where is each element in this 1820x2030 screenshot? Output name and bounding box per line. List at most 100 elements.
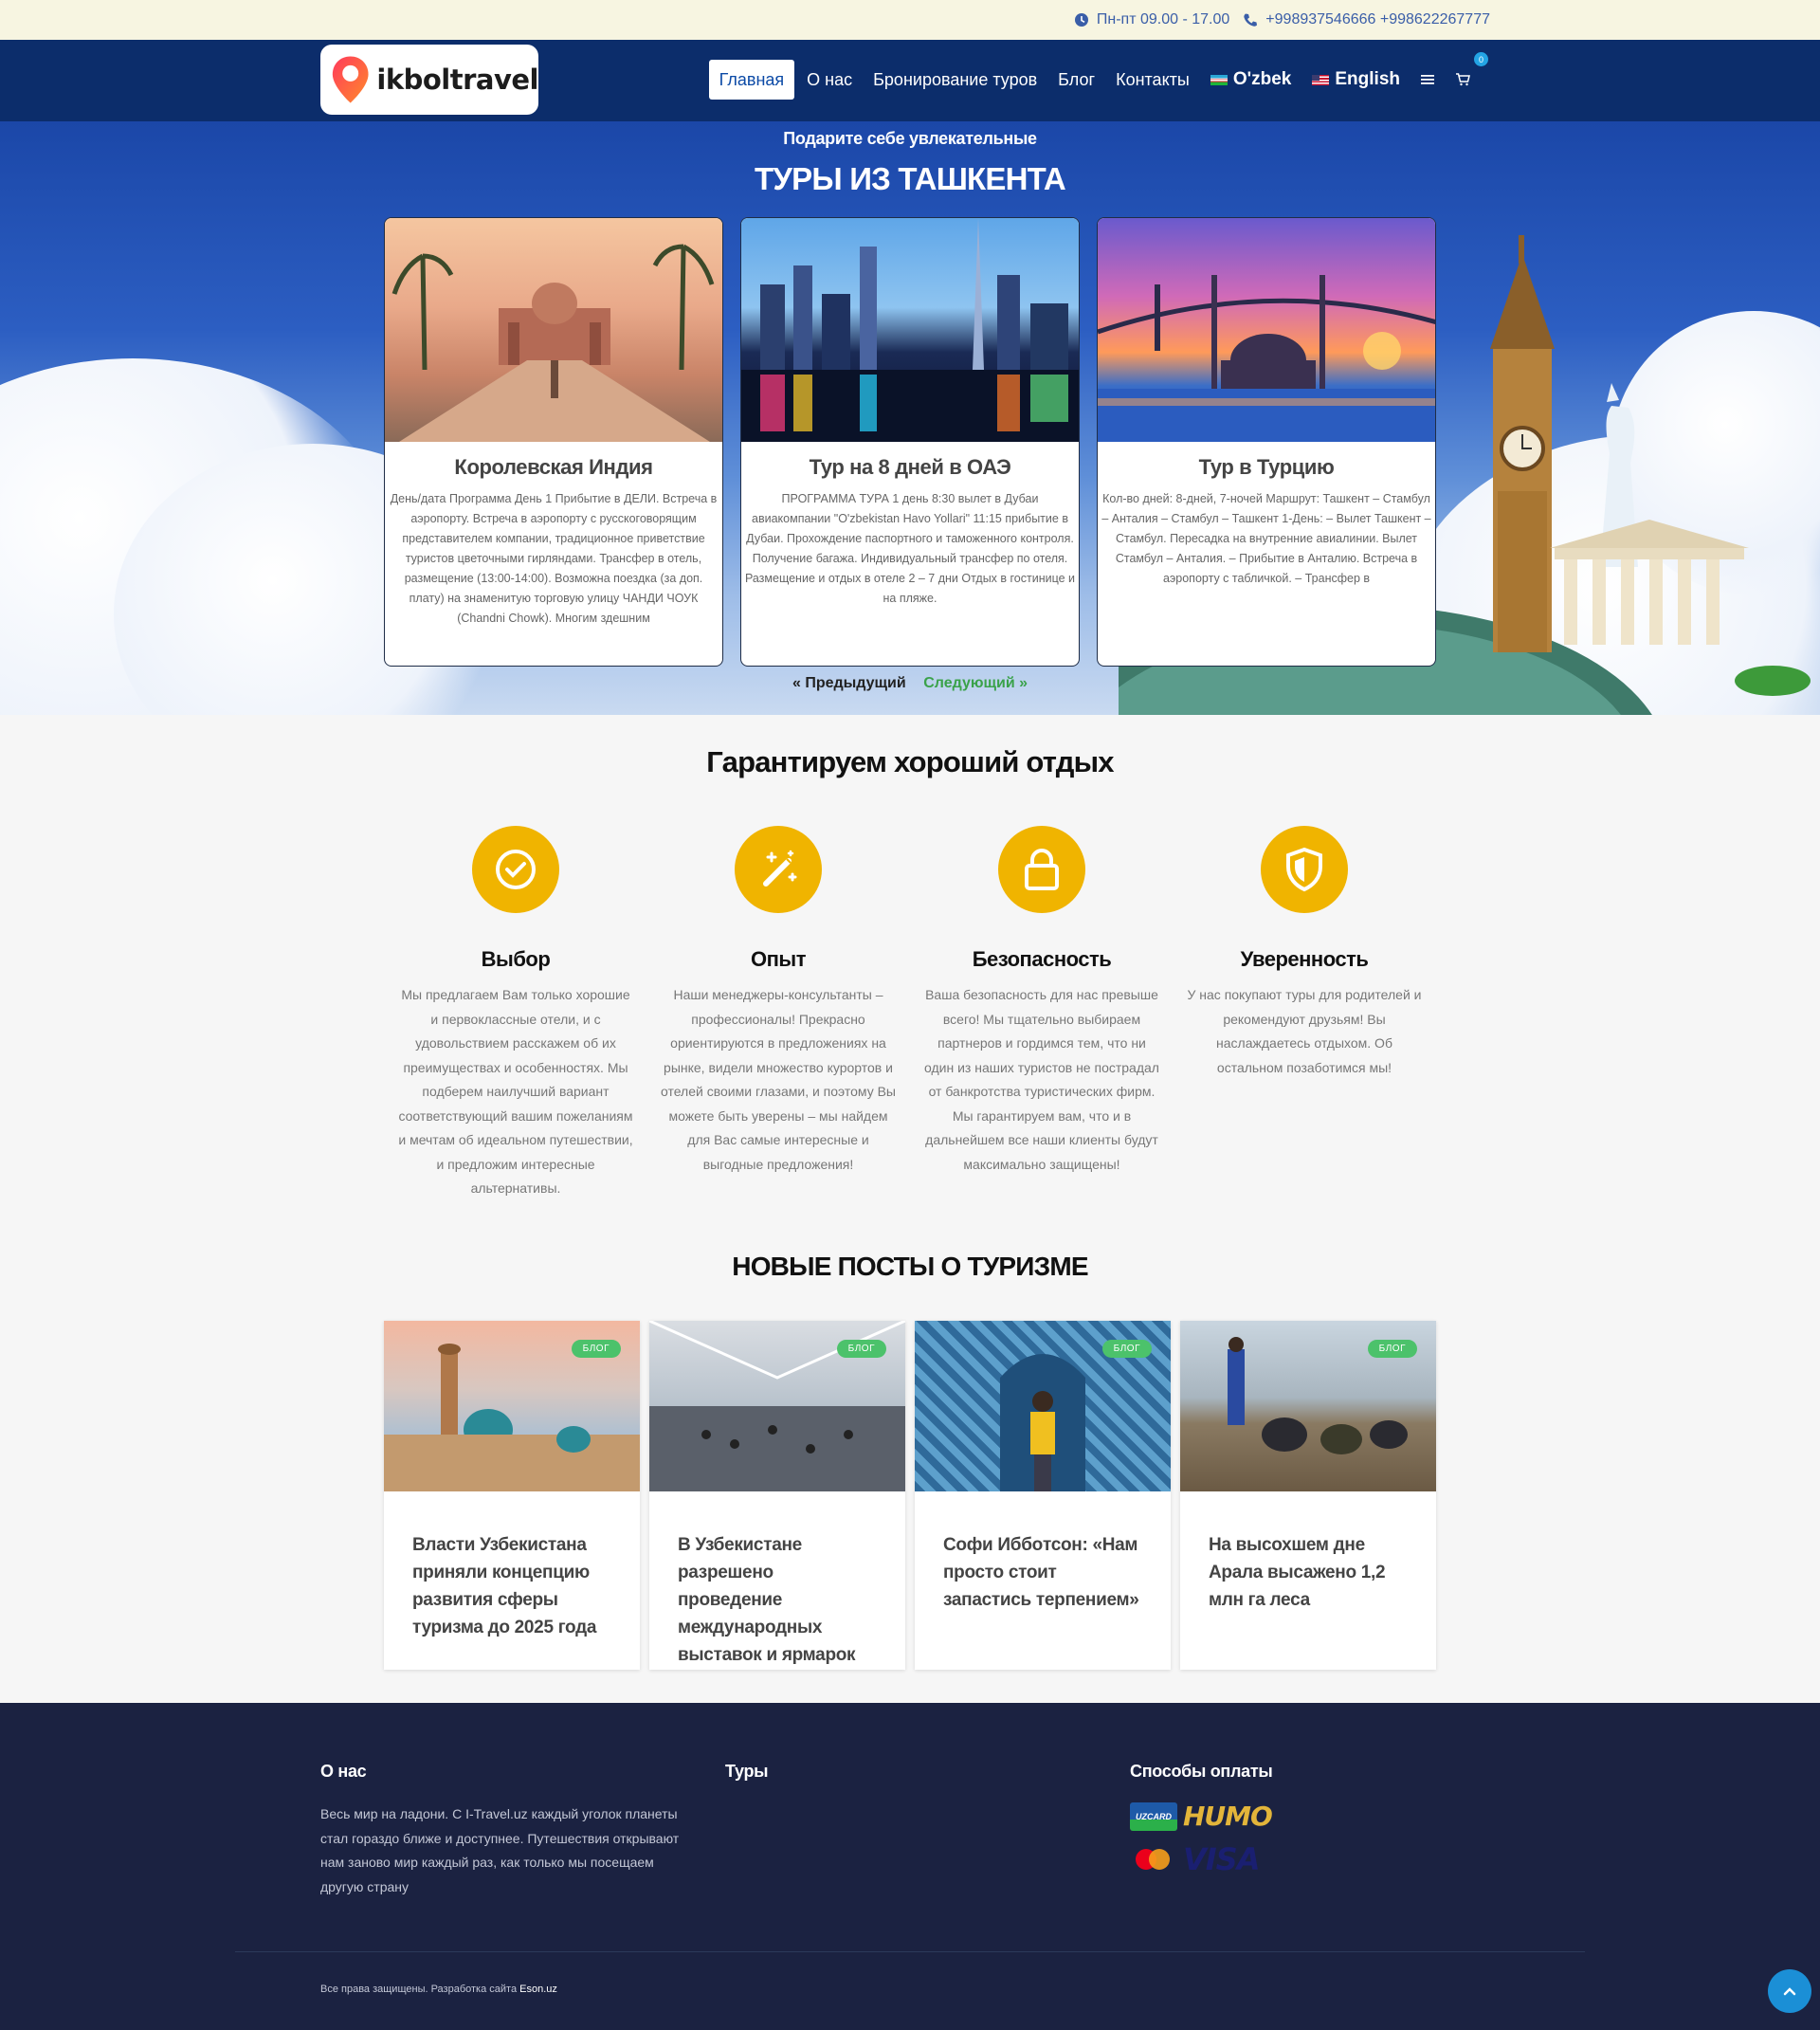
prev-button[interactable]: « Предыдущий — [792, 675, 906, 691]
footer-tours-title: Туры — [725, 1762, 769, 1781]
shield-icon — [1286, 847, 1322, 892]
tour-description: День/дата Программа День 1 Прибытие в ДЕ… — [390, 492, 718, 625]
feature-experience: Опыт Наши менеджеры-консультанты – профе… — [660, 826, 897, 1177]
post-image[interactable]: БЛОГ — [915, 1321, 1171, 1491]
features-title: Гарантируем хороший отдых — [706, 745, 1114, 778]
cart-count-badge: 0 — [1474, 52, 1488, 66]
nav-item-booking[interactable]: Бронирование туров — [863, 60, 1047, 100]
lang-english-label: English — [1335, 69, 1400, 89]
footer-payments: Способы оплаты UZCARD HUMO VISA — [1130, 1762, 1287, 1877]
feature-name: Уверенность — [1240, 947, 1369, 971]
footer-about: О нас Весь мир на ладони. С I-Travel.uz … — [320, 1762, 681, 1899]
site-logo[interactable]: ikboltravel — [320, 45, 538, 115]
nav-menu: Главная О нас Бронирование туров Блог Ко… — [708, 52, 1488, 101]
uzcard-logo-text: UZCARD — [1136, 1811, 1172, 1821]
post-badge[interactable]: БЛОГ — [1101, 1340, 1152, 1358]
feature-security: Безопасность Ваша безопасность для нас п… — [923, 826, 1160, 1177]
feature-name: Безопасность — [972, 947, 1112, 971]
feature-name: Выбор — [481, 947, 551, 971]
us-flag-icon — [1312, 74, 1330, 85]
post-title[interactable]: В Узбекистане разрешено проведение между… — [649, 1491, 905, 1669]
posts-title: НОВЫЕ ПОСТЫ О ТУРИЗМЕ — [732, 1252, 1088, 1281]
visa-logo-text: VISA — [1183, 1841, 1260, 1877]
scroll-to-top-button[interactable] — [1768, 1969, 1811, 2013]
post-card[interactable]: БЛОГ В Узбекистане разрешено проведение … — [649, 1321, 905, 1670]
post-card[interactable]: БЛОГ Власти Узбекистана приняли концепци… — [384, 1321, 640, 1670]
phone-numbers[interactable]: +998937546666 +998622267777 — [1243, 11, 1490, 28]
nav-item-blog[interactable]: Блог — [1047, 60, 1105, 100]
tour-image-uae[interactable] — [741, 218, 1079, 442]
phone-icon — [1244, 13, 1258, 27]
working-hours-text: Пн-пт 09.00 - 17.00 — [1096, 11, 1230, 27]
post-badge[interactable]: БЛОГ — [1367, 1340, 1417, 1358]
copyright-text: Все права защищены. Разработка сайта — [320, 1984, 520, 1995]
post-card[interactable]: БЛОГ На высохшем дне Арала высажено 1,2 … — [1180, 1321, 1436, 1670]
tour-description: ПРОГРАММА ТУРА 1 день 8:30 вылет в Дубаи… — [744, 492, 1076, 605]
tour-name[interactable]: Тур в Турцию — [1098, 455, 1435, 480]
footer-about-title: О нас — [320, 1762, 367, 1781]
lang-uzbek-label: O'zbek — [1232, 69, 1292, 89]
clock-icon — [1074, 13, 1088, 27]
tour-pagination: « Предыдущий Следующий » — [0, 675, 1820, 692]
post-title[interactable]: На высохшем дне Арала высажено 1,2 млн г… — [1180, 1491, 1436, 1614]
feature-icon-wrap — [472, 826, 559, 913]
post-title[interactable]: Софи Иббoтсон: «Нам просто стоит запасти… — [915, 1491, 1171, 1614]
nav-item-home[interactable]: Главная — [708, 60, 795, 100]
post-image[interactable]: БЛОГ — [649, 1321, 905, 1491]
cart-button[interactable]: 0 — [1445, 52, 1488, 100]
lang-uzbek[interactable]: O'zbek — [1200, 60, 1302, 100]
tour-name[interactable]: Тур на 8 дней в ОАЭ — [741, 455, 1079, 480]
tour-image-india[interactable] — [385, 218, 722, 442]
phone-numbers-text[interactable]: +998937546666 +998622267777 — [1265, 11, 1490, 28]
next-button[interactable]: Следующий » — [923, 675, 1028, 691]
tour-description: Кол-во дней: 8-дней, 7-ночей Маршрут: Та… — [1101, 492, 1431, 585]
uzbek-flag-icon — [1210, 74, 1228, 85]
humo-logo: HUMO — [1183, 1801, 1287, 1832]
footer-divider — [235, 1951, 1585, 1952]
hero-title: ТУРЫ ИЗ ТАШКЕНТА — [755, 161, 1066, 196]
tour-name[interactable]: Королевская Индия — [385, 455, 722, 480]
tour-card[interactable]: Тур на 8 дней в ОАЭ ПРОГРАММА ТУРА 1 ден… — [740, 217, 1080, 667]
logo-text: ikboltravel — [376, 64, 538, 96]
post-title[interactable]: Власти Узбекистана приняли концепцию раз… — [384, 1491, 640, 1641]
nav-item-contacts[interactable]: Контакты — [1105, 60, 1200, 100]
feature-icon-wrap — [1261, 826, 1348, 913]
post-image[interactable]: БЛОГ — [384, 1321, 640, 1491]
feature-text: У нас покупают туры для родителей и реко… — [1187, 987, 1422, 1075]
main-navigation: ikboltravel Главная О нас Бронирование т… — [0, 40, 1820, 121]
visa-logo: VISA — [1183, 1841, 1287, 1877]
tour-card[interactable]: Тур в Турцию Кол-во дней: 8-дней, 7-ноче… — [1097, 217, 1436, 667]
feature-icon-wrap — [998, 826, 1085, 913]
feature-name: Опыт — [751, 947, 806, 971]
top-bar: Пн-пт 09.00 - 17.00 +998937546666 +99862… — [0, 0, 1820, 40]
tour-card[interactable]: Королевская Индия День/дата Программа Де… — [384, 217, 723, 667]
working-hours: Пн-пт 09.00 - 17.00 — [1074, 11, 1229, 28]
feature-choice: Выбор Мы предлагаем Вам только хорошие и… — [397, 826, 634, 1201]
nav-item-about[interactable]: О нас — [796, 60, 863, 100]
feature-icon-wrap — [735, 826, 822, 913]
check-circle-icon — [496, 850, 536, 889]
post-image[interactable]: БЛОГ — [1180, 1321, 1436, 1491]
post-card[interactable]: БЛОГ Софи Иббoтсон: «Нам просто стоит за… — [915, 1321, 1171, 1670]
payment-logos: UZCARD HUMO VISA — [1130, 1801, 1287, 1877]
feature-confidence: Уверенность У нас покупают туры для роди… — [1186, 826, 1423, 1080]
uzcard-logo: UZCARD — [1130, 1801, 1177, 1831]
lock-icon — [1025, 849, 1059, 890]
footer-payments-title: Способы оплаты — [1130, 1762, 1273, 1781]
footer-about-text: Весь мир на ладони. С I-Travel.uz каждый… — [320, 1806, 680, 1894]
hamburger-icon — [1421, 75, 1434, 84]
copyright: Все права защищены. Разработка сайта Eso… — [320, 1984, 557, 1995]
lang-english[interactable]: English — [1301, 60, 1410, 100]
humo-logo-text: HUMO — [1183, 1801, 1273, 1832]
tour-image-turkey[interactable] — [1098, 218, 1435, 442]
hamburger-menu-button[interactable] — [1410, 60, 1445, 100]
hero-subtitle: Подарите себе увлекательные — [783, 129, 1037, 148]
post-badge[interactable]: БЛОГ — [836, 1340, 886, 1358]
post-badge[interactable]: БЛОГ — [571, 1340, 621, 1358]
site-footer: О нас Весь мир на ладони. С I-Travel.uz … — [0, 1703, 1820, 2030]
chevron-up-icon — [1783, 1987, 1796, 1996]
cart-icon — [1456, 73, 1470, 86]
magic-wand-icon — [763, 850, 797, 887]
developer-link[interactable]: Eson.uz — [519, 1984, 557, 1995]
mastercard-logo — [1130, 1845, 1177, 1874]
